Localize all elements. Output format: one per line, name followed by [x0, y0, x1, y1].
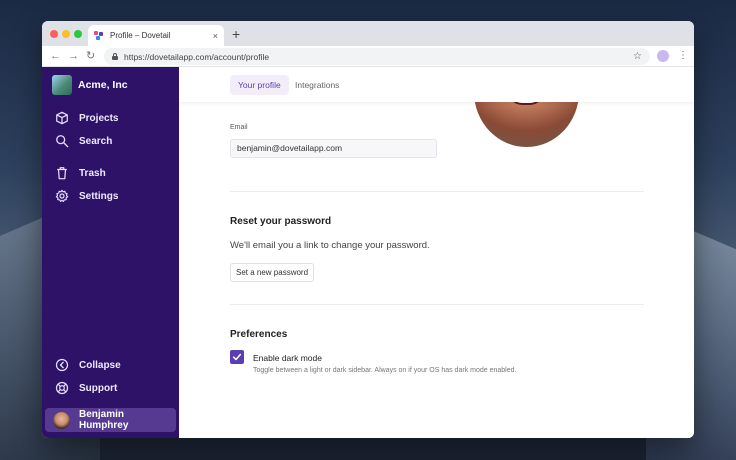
lifebuoy-icon — [55, 381, 69, 395]
collapse-button[interactable]: Collapse — [55, 357, 121, 373]
tab-integrations[interactable]: Integrations — [287, 75, 347, 95]
sidebar-item-label: Settings — [79, 190, 119, 202]
divider — [230, 304, 644, 305]
sidebar: Acme, Inc Projects Search Trash Settings… — [42, 67, 179, 438]
search-icon — [56, 135, 69, 148]
email-label: Email — [230, 124, 248, 131]
browser-menu-icon[interactable]: ⋮ — [678, 49, 688, 63]
tab-title: Profile – Dovetail — [110, 31, 171, 40]
main-content: Your profile Integrations Email benjamin… — [179, 67, 694, 438]
cube-icon — [56, 111, 68, 125]
set-new-password-button[interactable]: Set a new password — [230, 263, 315, 282]
divider — [230, 191, 644, 192]
browser-window: Profile – Dovetail × + ← → ↻ https://dov… — [42, 21, 694, 438]
workspace-name: Acme, Inc — [78, 79, 128, 91]
profile-tabs: Your profile Integrations — [179, 67, 694, 102]
sidebar-item-label: Projects — [79, 112, 119, 124]
reload-button[interactable]: ↻ — [86, 49, 95, 63]
sidebar-item-label: Trash — [79, 167, 106, 179]
sidebar-item-projects[interactable]: Projects — [55, 110, 118, 126]
browser-toolbar: ← → ↻ https://dovetailapp.com/account/pr… — [42, 46, 694, 67]
sidebar-item-trash[interactable]: Trash — [55, 165, 106, 181]
close-window-button[interactable] — [50, 30, 58, 38]
tab-close-icon[interactable]: × — [213, 31, 218, 41]
tab-your-profile[interactable]: Your profile — [230, 75, 289, 95]
support-button[interactable]: Support — [55, 380, 117, 396]
gear-icon — [55, 189, 69, 202]
maximize-window-button[interactable] — [74, 30, 82, 38]
forward-button[interactable]: → — [68, 49, 79, 63]
collapse-icon — [55, 358, 69, 372]
checkmark-icon — [232, 353, 242, 361]
dovetail-favicon-icon — [94, 30, 104, 41]
new-tab-button[interactable]: + — [232, 27, 240, 41]
sidebar-item-search[interactable]: Search — [55, 133, 112, 149]
email-field[interactable]: benjamin@dovetailapp.com — [230, 139, 437, 158]
avatar — [53, 411, 70, 429]
user-name: Benjamin Humphrey — [78, 409, 129, 431]
reset-password-heading: Reset your password — [230, 216, 332, 227]
sidebar-item-label: Search — [79, 135, 113, 147]
browser-tab[interactable]: Profile – Dovetail × — [88, 25, 224, 46]
url-text: https://dovetailapp.com/account/profile — [124, 51, 270, 62]
dark-mode-checkbox[interactable] — [230, 350, 244, 364]
preferences-heading: Preferences — [230, 329, 288, 340]
workspace-logo — [52, 75, 72, 95]
collapse-label: Collapse — [79, 359, 121, 371]
user-menu[interactable]: Benjamin Humphrey — [45, 408, 176, 432]
trash-icon — [57, 167, 67, 180]
tab-strip: Profile – Dovetail × + — [42, 21, 694, 46]
minimize-window-button[interactable] — [62, 30, 70, 38]
extension-icon[interactable] — [657, 50, 669, 62]
reset-password-description: We'll email you a link to change your pa… — [230, 240, 430, 251]
lock-icon — [112, 53, 118, 60]
support-label: Support — [79, 382, 118, 394]
sidebar-item-settings[interactable]: Settings — [55, 188, 118, 204]
address-bar[interactable]: https://dovetailapp.com/account/profile … — [104, 48, 650, 65]
workspace-switcher[interactable]: Acme, Inc — [52, 75, 128, 95]
bookmark-star-icon[interactable]: ☆ — [633, 51, 642, 62]
dark-mode-hint: Toggle between a light or dark sidebar. … — [253, 367, 517, 374]
back-button[interactable]: ← — [50, 49, 61, 63]
dark-mode-label[interactable]: Enable dark mode — [253, 353, 322, 363]
